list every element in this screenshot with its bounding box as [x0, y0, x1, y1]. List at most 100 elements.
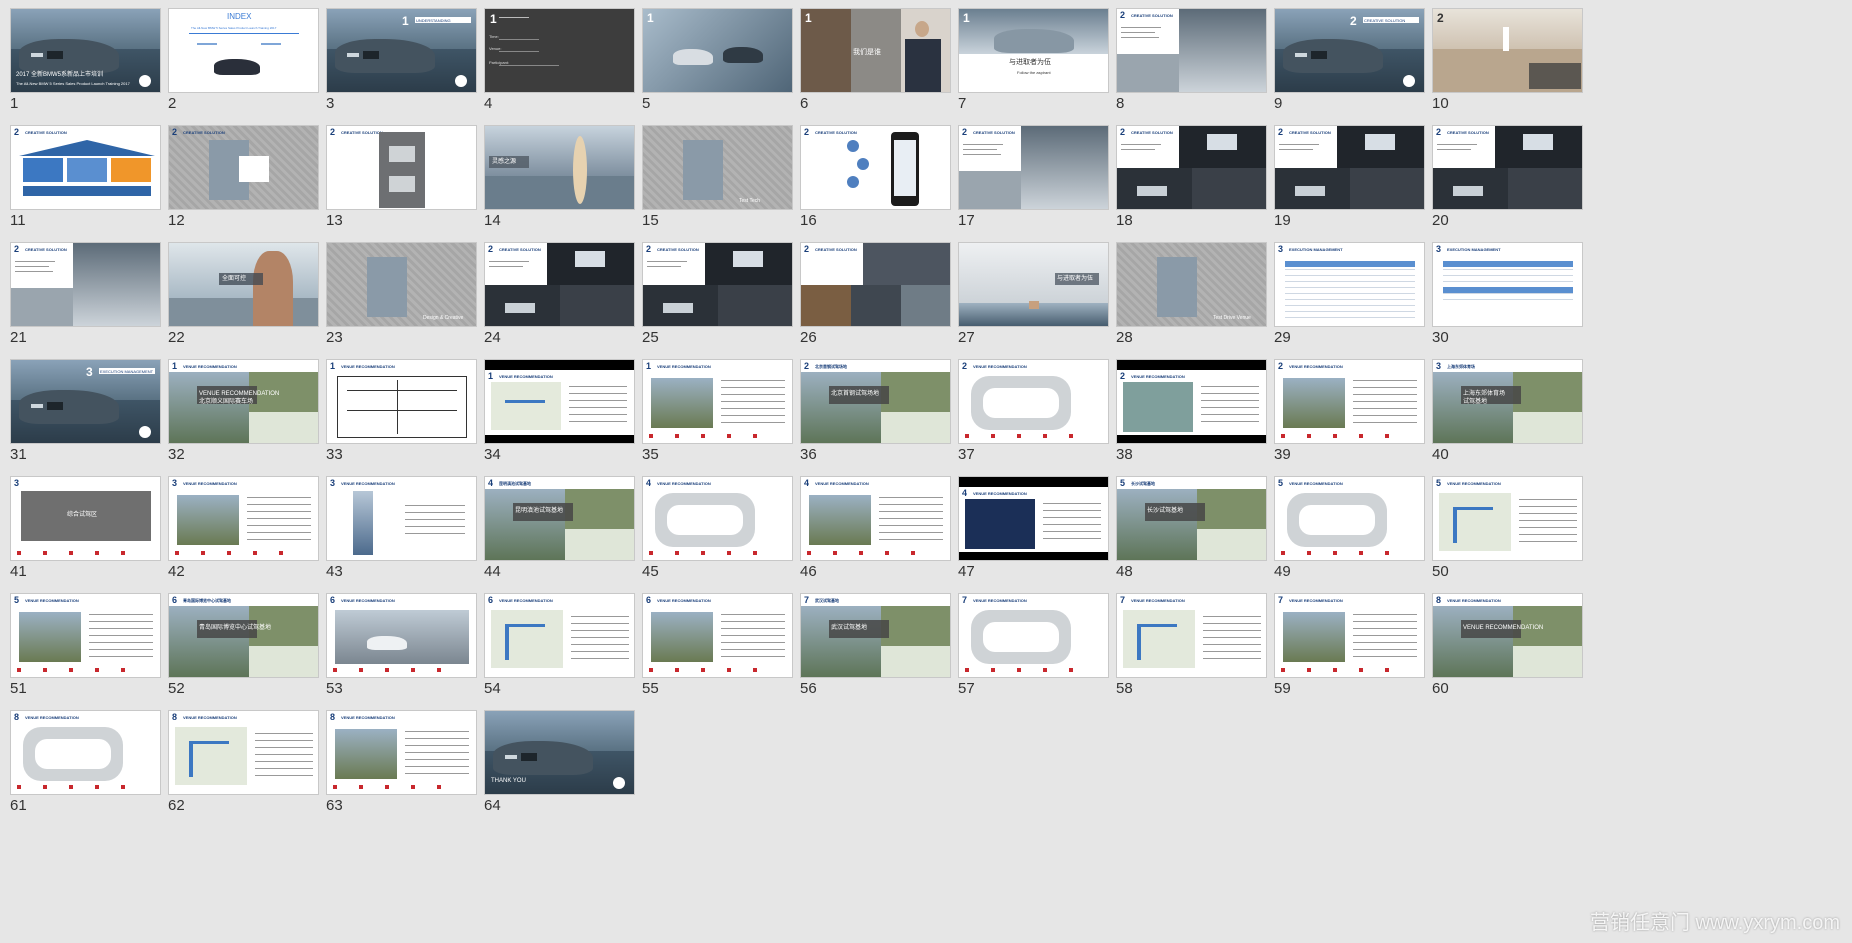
- slide-preview[interactable]: 4 VENUE RECOMMENDATION: [958, 476, 1109, 561]
- slide-preview[interactable]: 4 昆明滇池试驾基地 昆明滇池试驾基地: [484, 476, 635, 561]
- slide-preview[interactable]: 2 VENUE RECOMMENDATION: [958, 359, 1109, 444]
- slide-preview[interactable]: Test Drive Venue: [1116, 242, 1267, 327]
- slide-preview[interactable]: 2 CREATIVE SOLUTION: [168, 125, 319, 210]
- slide-preview[interactable]: 6 VENUE RECOMMENDATION: [642, 593, 793, 678]
- slide-preview[interactable]: INDEX The All-New BMW 5 Series Sales Prod…: [168, 8, 319, 93]
- table-row: [1443, 293, 1573, 294]
- text-line: [1201, 421, 1259, 422]
- block-blue: [23, 158, 63, 182]
- text-line: [569, 414, 627, 415]
- text-line: [721, 656, 785, 657]
- slide-preview[interactable]: 灵感之源: [484, 125, 635, 210]
- slide-preview[interactable]: 1: [642, 8, 793, 93]
- plan-label: Test Tech: [739, 198, 761, 204]
- title-text: 2017 全新BMW5系新品上市培训: [16, 72, 104, 78]
- text-line: [1201, 407, 1259, 408]
- base-bar: [23, 186, 151, 196]
- slide-number: 27: [958, 329, 975, 346]
- slide-preview[interactable]: 1 我们是谁: [800, 8, 951, 93]
- slide-preview[interactable]: 1 VENUE RECOMMENDATION: [326, 359, 477, 444]
- slide-preview[interactable]: 5 VENUE RECOMMENDATION: [1274, 476, 1425, 561]
- aerial-photo: [881, 372, 950, 412]
- photo: [1123, 382, 1193, 432]
- slide-preview[interactable]: 3 EXECUTION MANAGEMENT: [1274, 242, 1425, 327]
- slide-preview[interactable]: 2 CREATIVE SOLUTION: [10, 242, 161, 327]
- slide-preview[interactable]: 8 VENUE RECOMMENDATION: [10, 710, 161, 795]
- slide-preview[interactable]: 2 CREATIVE SOLUTION: [10, 125, 161, 210]
- text-line: [15, 271, 53, 272]
- slide-preview[interactable]: 8 VENUE RECOMMENDATION VENUE RECOMMENDATIO…: [1432, 593, 1583, 678]
- slide-preview[interactable]: 5 长沙试驾基地 长沙试驾基地: [1116, 476, 1267, 561]
- slide-number: 49: [1274, 563, 1291, 580]
- slide-preview[interactable]: 1 VENUE RECOMMENDATION VENUE RECOMMENDATIO…: [168, 359, 319, 444]
- section-number: 7: [962, 595, 968, 605]
- slide-preview[interactable]: 1 与进取者为伍 Follow the aspirant: [958, 8, 1109, 93]
- slide-preview[interactable]: 3 EXECUTION MANAGEMENT: [1432, 242, 1583, 327]
- slide-preview[interactable]: 全面可控: [168, 242, 319, 327]
- slide-preview[interactable]: 2 CREATIVE SOLUTION: [484, 242, 635, 327]
- slide-preview[interactable]: 2 北京首钢试驾场地 北京首钢试驾场地: [800, 359, 951, 444]
- slide-preview[interactable]: 2 VENUE RECOMMENDATION: [1274, 359, 1425, 444]
- aerial-photo: [1117, 489, 1197, 560]
- slide-preview[interactable]: 2 CREATIVE SOLUTION: [800, 125, 951, 210]
- aerial-photo: [565, 489, 634, 529]
- slide-preview[interactable]: Design & Creative: [326, 242, 477, 327]
- slide-preview[interactable]: 2 CREATIVE SOLUTION: [642, 242, 793, 327]
- icon-marker: [201, 551, 205, 555]
- slide-preview[interactable]: THANK YOU: [484, 710, 635, 795]
- slide-preview[interactable]: 7 武汉试驾基地 武汉试驾基地: [800, 593, 951, 678]
- slide-preview[interactable]: 6 VENUE RECOMMENDATION: [484, 593, 635, 678]
- slide-preview[interactable]: 2 CREATIVE SOLUTION: [1274, 125, 1425, 210]
- slide-preview[interactable]: 2017 全新BMW5系新品上市培训 The All-New BMW 5 Seri…: [10, 8, 161, 93]
- slide-preview[interactable]: 6 青岛国际博览中心试驾基地 青岛国际博览中心试驾基地: [168, 593, 319, 678]
- venue-name: 武汉试驾基地: [831, 625, 868, 631]
- slide-thumbnail-40[interactable]: 3 上海东郊体育场 上海东郊体育场 试驾基地 40: [1423, 350, 1609, 484]
- slide-preview[interactable]: 3 VENUE RECOMMENDATION: [168, 476, 319, 561]
- slide-preview[interactable]: 8 VENUE RECOMMENDATION: [168, 710, 319, 795]
- slide-preview[interactable]: 3 EXECUTION MANAGEMENT: [10, 359, 161, 444]
- aerial-photo: [881, 606, 950, 646]
- text-line: [247, 539, 311, 540]
- text-line: [499, 39, 539, 40]
- slide-preview[interactable]: 2 CREATIVE SOLUTION: [1116, 125, 1267, 210]
- slide-thumbnail-50[interactable]: 5 VENUE RECOMMENDATION 50: [1423, 467, 1609, 601]
- slide-preview[interactable]: 2 CREATIVE SOLUTION: [800, 242, 951, 327]
- slide-preview[interactable]: 1 Time: Venue: Participant:: [484, 8, 635, 93]
- slide-preview[interactable]: 2 CREATIVE SOLUTION: [1274, 8, 1425, 93]
- text-line: [569, 393, 627, 394]
- slide-preview[interactable]: 1 UNDERSTANDING: [326, 8, 477, 93]
- slide-preview[interactable]: 1 VENUE RECOMMENDATION: [484, 359, 635, 444]
- slide-preview[interactable]: 6 VENUE RECOMMENDATION: [326, 593, 477, 678]
- slide-thumbnail-20[interactable]: 2 CREATIVE SOLUTION 20: [1423, 116, 1609, 250]
- slide-preview[interactable]: 5 VENUE RECOMMENDATION: [1432, 476, 1583, 561]
- slide-preview[interactable]: 3 VENUE RECOMMENDATION: [326, 476, 477, 561]
- slide-preview[interactable]: 3 上海东郊体育场 上海东郊体育场 试驾基地: [1432, 359, 1583, 444]
- surfboard: [573, 136, 587, 204]
- section-number: 1: [647, 11, 654, 25]
- slide-preview[interactable]: 4 VENUE RECOMMENDATION: [800, 476, 951, 561]
- slide-preview[interactable]: 7 VENUE RECOMMENDATION: [958, 593, 1109, 678]
- slide-thumbnail-10[interactable]: 2 10: [1423, 0, 1609, 133]
- slide-preview[interactable]: 7 VENUE RECOMMENDATION: [1116, 593, 1267, 678]
- slide-preview[interactable]: 2 CREATIVE SOLUTION: [1116, 8, 1267, 93]
- slide-thumbnail-64[interactable]: THANK YOU 64: [475, 701, 661, 835]
- slide-preview[interactable]: 2 VENUE RECOMMENDATION: [1116, 359, 1267, 444]
- slide-preview[interactable]: 3 综合试驾区: [10, 476, 161, 561]
- text-line: [879, 504, 943, 505]
- slide-preview[interactable]: 4 VENUE RECOMMENDATION: [642, 476, 793, 561]
- slide-preview[interactable]: 2 CREATIVE SOLUTION: [1432, 125, 1583, 210]
- drawing-line: [397, 380, 398, 434]
- slide-preview[interactable]: 8 VENUE RECOMMENDATION: [326, 710, 477, 795]
- slide-preview[interactable]: 与进取者为伍: [958, 242, 1109, 327]
- slide-thumbnail-30[interactable]: 3 EXECUTION MANAGEMENT 30: [1423, 233, 1609, 367]
- slide-preview[interactable]: 2: [1432, 8, 1583, 93]
- slide-preview[interactable]: 5 VENUE RECOMMENDATION: [10, 593, 161, 678]
- slide-preview[interactable]: 7 VENUE RECOMMENDATION: [1274, 593, 1425, 678]
- slide-preview[interactable]: 2 CREATIVE SOLUTION: [326, 125, 477, 210]
- section-number: 2: [1120, 127, 1126, 137]
- slide-preview[interactable]: Test Tech: [642, 125, 793, 210]
- section-number: 2: [330, 127, 336, 137]
- slide-thumbnail-60[interactable]: 8 VENUE RECOMMENDATION VENUE RECOMMENDATIO…: [1423, 584, 1609, 718]
- slide-preview[interactable]: 1 VENUE RECOMMENDATION: [642, 359, 793, 444]
- slide-preview[interactable]: 2 CREATIVE SOLUTION: [958, 125, 1109, 210]
